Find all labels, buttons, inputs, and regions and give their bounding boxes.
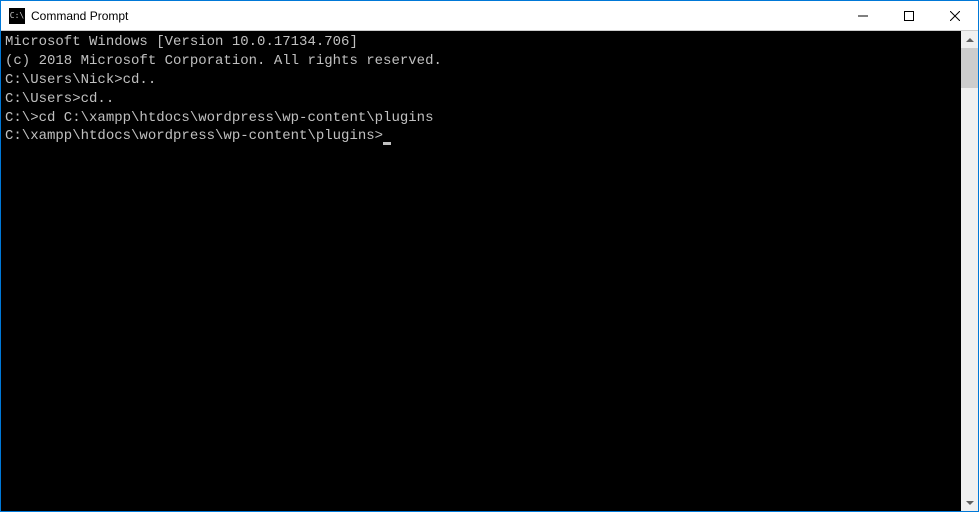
titlebar[interactable]: C:\ Command Prompt bbox=[1, 1, 978, 31]
terminal-line: C:\xampp\htdocs\wordpress\wp-content\plu… bbox=[5, 127, 957, 146]
maximize-button[interactable] bbox=[886, 1, 932, 30]
window-controls bbox=[840, 1, 978, 30]
terminal-line: C:\>cd C:\xampp\htdocs\wordpress\wp-cont… bbox=[5, 109, 957, 128]
terminal-cursor bbox=[383, 142, 391, 145]
terminal-line: Microsoft Windows [Version 10.0.17134.70… bbox=[5, 33, 957, 52]
close-button[interactable] bbox=[932, 1, 978, 30]
scroll-track[interactable] bbox=[961, 48, 978, 494]
terminal-container: Microsoft Windows [Version 10.0.17134.70… bbox=[1, 31, 978, 511]
chevron-up-icon bbox=[966, 36, 974, 44]
window-title: Command Prompt bbox=[31, 9, 128, 23]
terminal-line: C:\Users>cd.. bbox=[5, 90, 957, 109]
vertical-scrollbar[interactable] bbox=[961, 31, 978, 511]
minimize-button[interactable] bbox=[840, 1, 886, 30]
close-icon bbox=[950, 11, 960, 21]
terminal-line: (c) 2018 Microsoft Corporation. All righ… bbox=[5, 52, 957, 71]
scroll-down-button[interactable] bbox=[961, 494, 978, 511]
terminal-output[interactable]: Microsoft Windows [Version 10.0.17134.70… bbox=[1, 31, 961, 511]
cmd-icon-glyph: C:\ bbox=[10, 12, 24, 20]
scroll-up-button[interactable] bbox=[961, 31, 978, 48]
terminal-line: C:\Users\Nick>cd.. bbox=[5, 71, 957, 90]
window-frame: C:\ Command Prompt Microsoft Windows [Ve… bbox=[0, 0, 979, 512]
app-icon: C:\ bbox=[9, 8, 25, 24]
maximize-icon bbox=[904, 11, 914, 21]
chevron-down-icon bbox=[966, 499, 974, 507]
scroll-thumb[interactable] bbox=[961, 48, 978, 88]
minimize-icon bbox=[858, 11, 868, 21]
